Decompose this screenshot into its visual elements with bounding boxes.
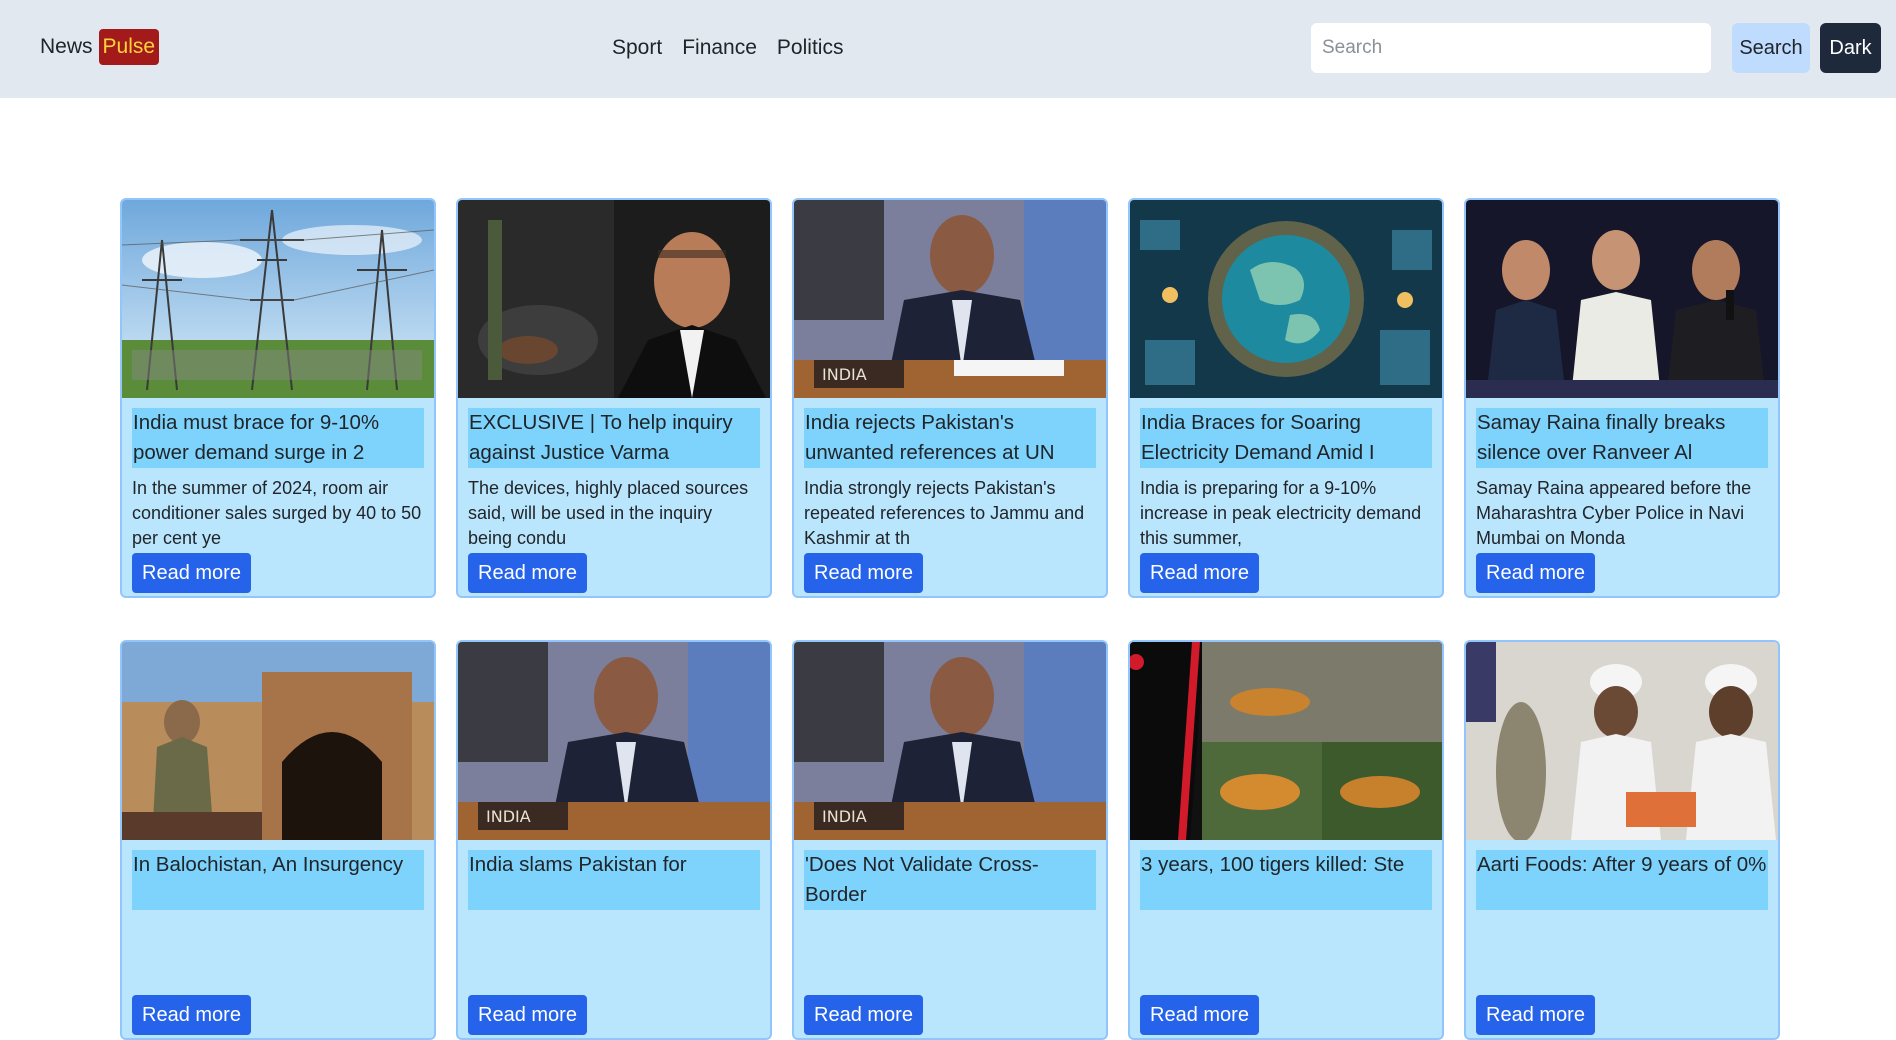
- un-india-delegate-photo[interactable]: INDIA: [458, 642, 770, 840]
- svg-text:INDIA: INDIA: [822, 807, 867, 826]
- navbar: News Pulse Sport Finance Politics Search…: [0, 0, 1896, 98]
- un-india-delegate-photo[interactable]: INDIA: [794, 200, 1106, 398]
- nav-links: Sport Finance Politics: [612, 36, 863, 60]
- article-title[interactable]: Samay Raina finally breaks silence over …: [1476, 408, 1768, 468]
- read-more-button[interactable]: Read more: [132, 553, 251, 593]
- search-button[interactable]: Search: [1732, 23, 1810, 73]
- read-more-button[interactable]: Read more: [804, 995, 923, 1035]
- article-title[interactable]: Aarti Foods: After 9 years of 0%: [1476, 850, 1768, 910]
- power-lines-photo[interactable]: [122, 200, 434, 398]
- article-description: In the summer of 2024, room air conditio…: [132, 478, 422, 548]
- article-title[interactable]: India slams Pakistan for: [468, 850, 760, 910]
- brand-name: News: [40, 35, 93, 58]
- un-india-delegate-photo[interactable]: INDIA: [794, 642, 1106, 840]
- article-title[interactable]: India must brace for 9-10% power demand …: [132, 408, 424, 468]
- search-input[interactable]: [1311, 23, 1711, 73]
- read-more-button[interactable]: Read more: [132, 995, 251, 1035]
- svg-text:INDIA: INDIA: [822, 365, 867, 384]
- read-more-button[interactable]: Read more: [1140, 553, 1259, 593]
- article-description: India is preparing for a 9-10% increase …: [1140, 478, 1422, 548]
- article-card: EXCLUSIVE | To help inquiry against Just…: [456, 198, 772, 598]
- article-title[interactable]: India Braces for Soaring Electricity Dem…: [1140, 408, 1432, 468]
- food-workers-photo[interactable]: [1466, 642, 1778, 840]
- dark-mode-toggle[interactable]: Dark: [1820, 23, 1881, 73]
- article-card: India Braces for Soaring Electricity Dem…: [1128, 198, 1444, 598]
- article-title[interactable]: 'Does Not Validate Cross-Border: [804, 850, 1096, 910]
- nav-link-politics[interactable]: Politics: [777, 36, 844, 60]
- article-card: Aarti Foods: After 9 years of 0% Read mo…: [1464, 640, 1780, 1040]
- brand-accent-badge: Pulse: [98, 29, 160, 65]
- nav-link-sport[interactable]: Sport: [612, 36, 662, 60]
- article-description: India strongly rejects Pakistan's repeat…: [804, 478, 1085, 548]
- svg-text:INDIA: INDIA: [486, 807, 531, 826]
- article-description: [1476, 918, 1768, 993]
- article-card: 3 years, 100 tigers killed: Ste Read mor…: [1128, 640, 1444, 1040]
- soldier-tunnel-photo[interactable]: [122, 642, 434, 840]
- three-men-podcast-photo[interactable]: [1466, 200, 1778, 398]
- article-description: [1140, 918, 1432, 993]
- article-description: [468, 918, 760, 993]
- article-card: India must brace for 9-10% power demand …: [120, 198, 436, 598]
- article-card: In Balochistan, An Insurgency Read more: [120, 640, 436, 1040]
- read-more-button[interactable]: Read more: [1476, 995, 1595, 1035]
- burnt-cash-and-judge-photo[interactable]: [458, 200, 770, 398]
- article-card: INDIA India slams Pakistan for Read more: [456, 640, 772, 1040]
- read-more-button[interactable]: Read more: [1476, 553, 1595, 593]
- article-description: The devices, highly placed sources said,…: [468, 478, 749, 548]
- article-title[interactable]: In Balochistan, An Insurgency: [132, 850, 424, 910]
- article-title[interactable]: EXCLUSIVE | To help inquiry against Just…: [468, 408, 760, 468]
- nav-link-finance[interactable]: Finance: [682, 36, 757, 60]
- article-description: Samay Raina appeared before the Maharash…: [1476, 478, 1752, 548]
- read-more-button[interactable]: Read more: [804, 553, 923, 593]
- read-more-button[interactable]: Read more: [468, 553, 587, 593]
- article-title[interactable]: India rejects Pakistan's unwanted refere…: [804, 408, 1096, 468]
- article-description: [132, 918, 424, 993]
- article-description: [804, 918, 1096, 993]
- read-more-button[interactable]: Read more: [468, 995, 587, 1035]
- tigers-collage-photo[interactable]: [1130, 642, 1442, 840]
- article-card: INDIA India rejects Pakistan's unwanted …: [792, 198, 1108, 598]
- globe-energy-illustration[interactable]: [1130, 200, 1442, 398]
- article-card: Samay Raina finally breaks silence over …: [1464, 198, 1780, 598]
- brand-logo[interactable]: News Pulse: [40, 29, 160, 65]
- article-card: INDIA 'Does Not Validate Cross-Border Re…: [792, 640, 1108, 1040]
- article-title[interactable]: 3 years, 100 tigers killed: Ste: [1140, 850, 1432, 910]
- article-grid: India must brace for 9-10% power demand …: [120, 198, 1780, 1040]
- read-more-button[interactable]: Read more: [1140, 995, 1259, 1035]
